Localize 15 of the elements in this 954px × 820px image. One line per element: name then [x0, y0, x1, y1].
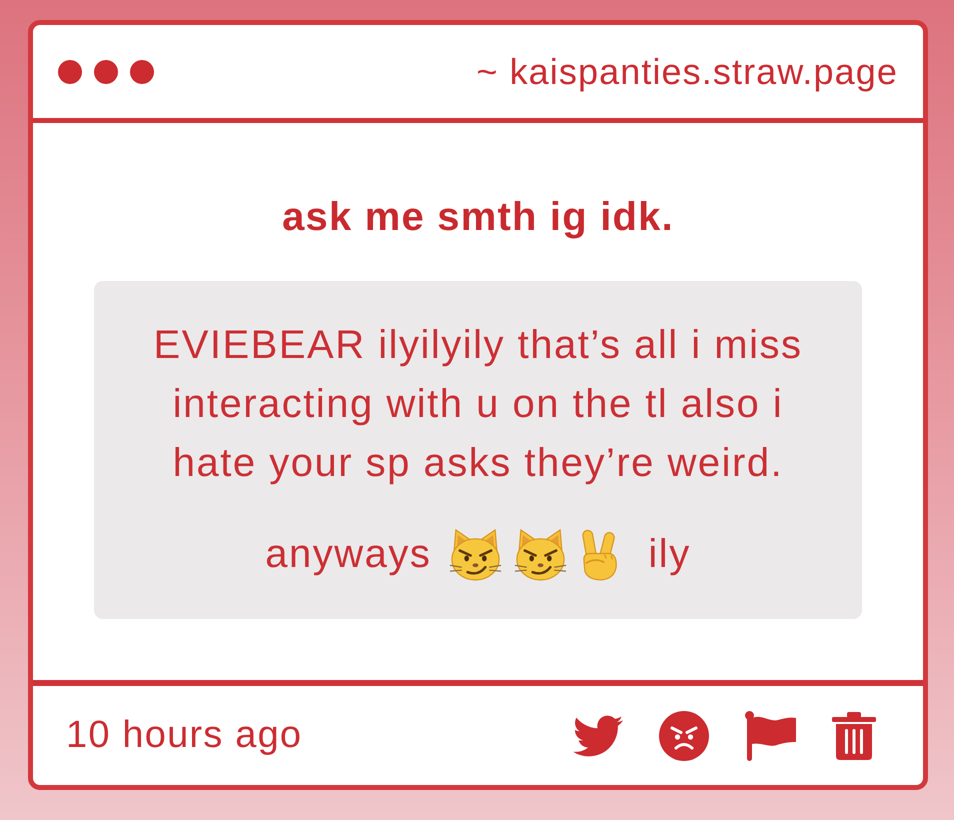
bird-icon[interactable] — [573, 714, 623, 756]
page-url: ~ kaispanties.straw.page — [476, 50, 898, 92]
flag-icon[interactable] — [745, 710, 796, 760]
angry-face-icon[interactable] — [659, 710, 709, 760]
dot-icon — [58, 60, 82, 84]
message-text: anyways — [265, 531, 432, 578]
dot-icon — [130, 60, 154, 84]
timestamp: 10 hours ago — [66, 714, 302, 757]
cat-face-icon — [448, 528, 504, 581]
message-text: EVIEBEAR ilyilyily that’s all i miss interacting with u on the tl also i hate your sp asks they’re weird. — [152, 322, 804, 487]
dot-icon — [94, 60, 118, 84]
trash-icon[interactable] — [832, 712, 876, 760]
page-prompt: ask me smth ig idk. — [282, 194, 674, 241]
cat-face-icon — [513, 528, 568, 581]
message-text: ily — [648, 531, 691, 578]
